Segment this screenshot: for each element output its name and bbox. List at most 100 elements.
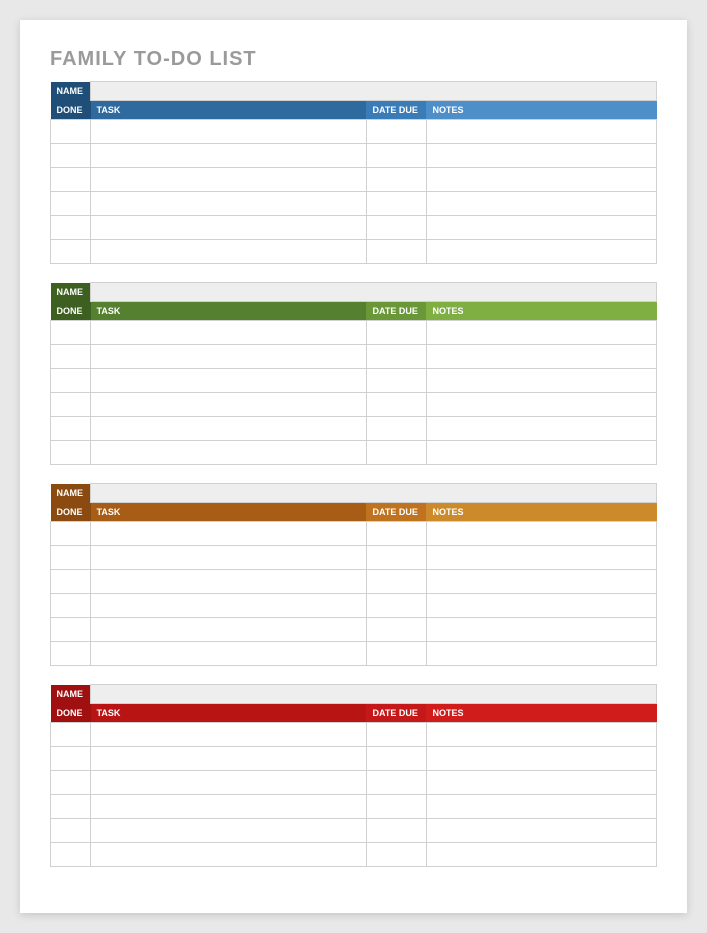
cell-notes[interactable] [426, 771, 656, 795]
cell-notes[interactable] [426, 192, 656, 216]
cell-date[interactable] [366, 321, 426, 345]
cell-task[interactable] [91, 618, 367, 642]
cell-notes[interactable] [426, 522, 656, 546]
cell-date[interactable] [366, 168, 426, 192]
cell-date[interactable] [366, 795, 426, 819]
cell-date[interactable] [366, 618, 426, 642]
cell-date[interactable] [366, 345, 426, 369]
cell-task[interactable] [91, 594, 367, 618]
cell-notes[interactable] [426, 345, 656, 369]
cell-done[interactable] [51, 393, 91, 417]
cell-date[interactable] [366, 642, 426, 666]
cell-task[interactable] [91, 441, 367, 465]
cell-done[interactable] [51, 417, 91, 441]
cell-done[interactable] [51, 570, 91, 594]
cell-date[interactable] [366, 546, 426, 570]
cell-done[interactable] [51, 795, 91, 819]
cell-task[interactable] [91, 642, 367, 666]
cell-task[interactable] [91, 723, 367, 747]
cell-notes[interactable] [426, 618, 656, 642]
cell-notes[interactable] [426, 144, 656, 168]
cell-done[interactable] [51, 144, 91, 168]
cell-date[interactable] [366, 819, 426, 843]
cell-done[interactable] [51, 168, 91, 192]
cell-task[interactable] [91, 843, 367, 867]
cell-task[interactable] [91, 120, 367, 144]
cell-done[interactable] [51, 594, 91, 618]
name-input[interactable] [91, 685, 657, 704]
cell-notes[interactable] [426, 369, 656, 393]
cell-task[interactable] [91, 144, 367, 168]
cell-done[interactable] [51, 843, 91, 867]
cell-task[interactable] [91, 345, 367, 369]
cell-date[interactable] [366, 417, 426, 441]
cell-task[interactable] [91, 522, 367, 546]
name-input[interactable] [91, 484, 657, 503]
cell-notes[interactable] [426, 546, 656, 570]
cell-notes[interactable] [426, 441, 656, 465]
name-input[interactable] [91, 82, 657, 101]
cell-notes[interactable] [426, 120, 656, 144]
cell-date[interactable] [366, 369, 426, 393]
cell-task[interactable] [91, 747, 367, 771]
cell-notes[interactable] [426, 843, 656, 867]
cell-done[interactable] [51, 441, 91, 465]
cell-done[interactable] [51, 369, 91, 393]
cell-notes[interactable] [426, 642, 656, 666]
cell-date[interactable] [366, 216, 426, 240]
cell-done[interactable] [51, 771, 91, 795]
cell-date[interactable] [366, 441, 426, 465]
cell-task[interactable] [91, 546, 367, 570]
cell-notes[interactable] [426, 795, 656, 819]
cell-task[interactable] [91, 240, 367, 264]
cell-task[interactable] [91, 393, 367, 417]
cell-notes[interactable] [426, 819, 656, 843]
cell-done[interactable] [51, 192, 91, 216]
cell-task[interactable] [91, 192, 367, 216]
cell-done[interactable] [51, 618, 91, 642]
cell-date[interactable] [366, 723, 426, 747]
cell-task[interactable] [91, 216, 367, 240]
cell-notes[interactable] [426, 168, 656, 192]
cell-task[interactable] [91, 417, 367, 441]
cell-task[interactable] [91, 819, 367, 843]
cell-date[interactable] [366, 843, 426, 867]
cell-done[interactable] [51, 723, 91, 747]
cell-date[interactable] [366, 594, 426, 618]
cell-done[interactable] [51, 240, 91, 264]
cell-notes[interactable] [426, 216, 656, 240]
cell-date[interactable] [366, 144, 426, 168]
cell-done[interactable] [51, 747, 91, 771]
cell-date[interactable] [366, 120, 426, 144]
cell-notes[interactable] [426, 393, 656, 417]
cell-notes[interactable] [426, 417, 656, 441]
cell-date[interactable] [366, 522, 426, 546]
cell-done[interactable] [51, 819, 91, 843]
cell-date[interactable] [366, 747, 426, 771]
cell-done[interactable] [51, 642, 91, 666]
cell-done[interactable] [51, 345, 91, 369]
cell-date[interactable] [366, 240, 426, 264]
cell-task[interactable] [91, 321, 367, 345]
cell-task[interactable] [91, 570, 367, 594]
cell-notes[interactable] [426, 570, 656, 594]
cell-task[interactable] [91, 771, 367, 795]
cell-notes[interactable] [426, 594, 656, 618]
cell-date[interactable] [366, 570, 426, 594]
cell-date[interactable] [366, 771, 426, 795]
cell-notes[interactable] [426, 747, 656, 771]
cell-task[interactable] [91, 795, 367, 819]
cell-done[interactable] [51, 522, 91, 546]
cell-task[interactable] [91, 168, 367, 192]
cell-notes[interactable] [426, 321, 656, 345]
cell-date[interactable] [366, 192, 426, 216]
cell-done[interactable] [51, 321, 91, 345]
cell-done[interactable] [51, 546, 91, 570]
cell-notes[interactable] [426, 240, 656, 264]
cell-done[interactable] [51, 120, 91, 144]
cell-done[interactable] [51, 216, 91, 240]
cell-date[interactable] [366, 393, 426, 417]
cell-task[interactable] [91, 369, 367, 393]
cell-notes[interactable] [426, 723, 656, 747]
name-input[interactable] [91, 283, 657, 302]
